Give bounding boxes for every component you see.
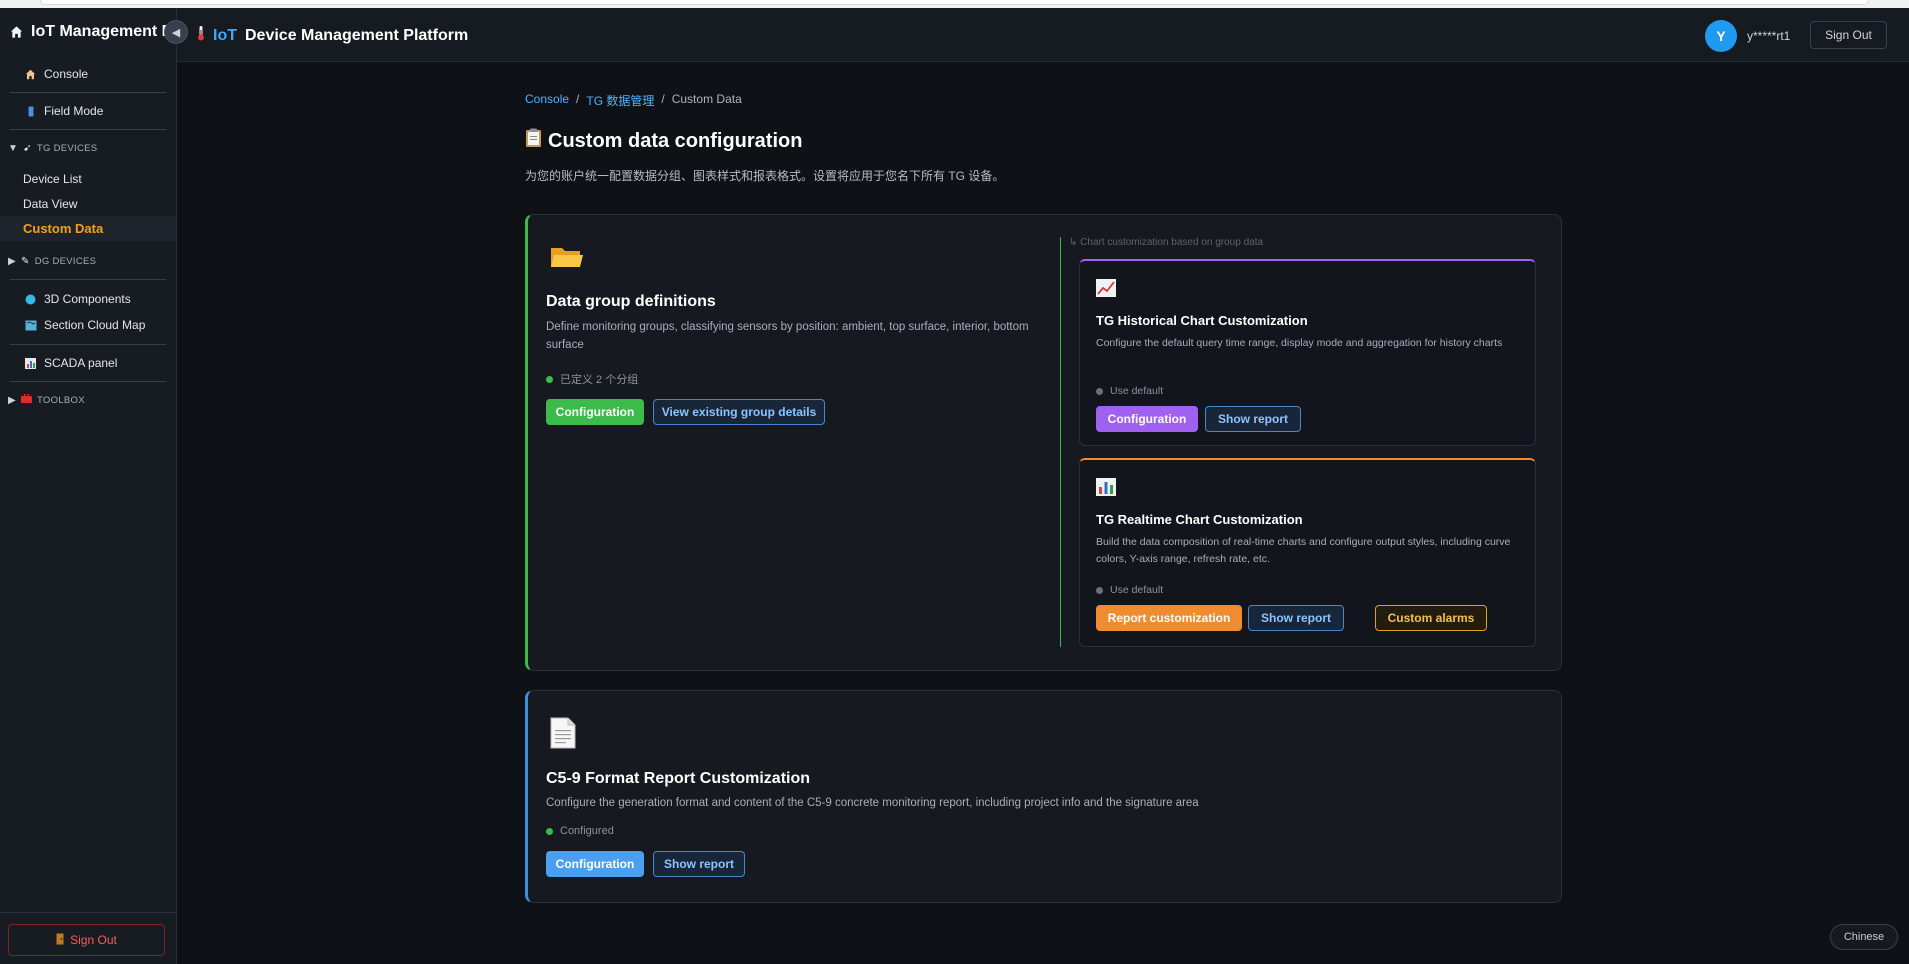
home-icon [10,25,23,39]
page-title: Custom data configuration [525,128,802,154]
app-title-prefix: IoT [213,26,237,44]
caret-right-icon: ▶ [8,394,16,406]
bar-chart-icon [24,357,37,369]
data-groups-card: Data group definitions Define monitoring… [525,214,1562,671]
sidebar-header: IoT Management Platform ◀ [0,8,188,56]
groups-configuration-button[interactable]: Configuration [546,399,644,425]
breadcrumb: Console / TG 数据管理 / Custom Data [525,92,742,109]
card-status: Use default [1096,385,1163,397]
sidebar-item-label: Field Mode [44,104,104,118]
sidebar-footer: Sign Out [0,912,176,964]
pointer-icon: ➹ [23,142,32,154]
breadcrumb-separator: / [661,92,665,106]
card-description: Build the data composition of real-time … [1096,536,1511,565]
sidebar-item-data-view[interactable]: Data View [0,191,176,216]
c59-show-report-button[interactable]: Show report [653,851,745,877]
sidebar-item-section-cloud-map[interactable]: Section Cloud Map [0,312,176,338]
custom-alarms-button[interactable]: Custom alarms [1375,605,1487,631]
sidebar-section-tg-devices[interactable]: ▼ ➹ TG DEVICES [0,130,176,166]
card-status: 已定义 2 个分组 [546,371,638,387]
status-dot [546,827,553,835]
sidebar-item-label: Section Cloud Map [44,318,146,332]
sidebar-sign-out-button[interactable]: Sign Out [8,924,165,956]
card-status: Use default [1096,584,1163,596]
document-icon [550,717,576,756]
status-dot [1096,387,1103,395]
door-icon [56,933,64,948]
breadcrumb-separator: / [576,92,580,106]
sidebar: IoT Management Platform ◀ Console Field … [0,8,188,964]
map-icon [24,320,37,331]
card-title: Data group definitions [546,293,716,310]
sidebar-item-scada-panel[interactable]: SCADA panel [0,345,176,381]
sidebar-section-dg-devices[interactable]: ▶ ✎ DG DEVICES [0,243,176,279]
c59-report-card: C5-9 Format Report Customization Configu… [525,690,1562,903]
thermometer-icon [197,25,205,46]
card-divider [1060,237,1061,647]
realtime-report-customization-button[interactable]: Report customization [1096,605,1242,631]
card-title: C5-9 Format Report Customization [546,770,811,787]
bar-chart-icon [1096,478,1116,501]
main-content: Console / TG 数据管理 / Custom Data Custom d… [177,62,1909,964]
sidebar-collapse-button[interactable]: ◀ [164,20,188,44]
language-toggle-button[interactable]: Chinese [1830,924,1898,950]
breadcrumb-console[interactable]: Console [525,92,569,109]
top-bar: IoT Device Management Platform Y y*****r… [177,8,1909,62]
status-dot [546,375,553,383]
sidebar-title: IoT Management Platform [31,23,176,40]
sidebar-item-label: Console [44,67,89,81]
folder-icon [550,245,584,276]
card-title: TG Historical Chart Customization [1096,313,1308,328]
browser-strip [0,0,1909,8]
history-configuration-button[interactable]: Configuration [1096,406,1198,432]
chart-increasing-icon [1096,279,1116,302]
historical-chart-card: TG Historical Chart Customization Config… [1079,259,1536,446]
clipboard-icon [525,128,542,154]
globe-icon [24,294,37,305]
sidebar-item-label: SCADA panel [44,356,118,370]
sidebar-item-3d-components[interactable]: 3D Components [0,286,176,312]
caret-right-icon: ▶ [8,255,16,267]
sidebar-item-console[interactable]: Console [0,56,176,92]
realtime-chart-card: TG Realtime Chart Customization Build th… [1079,458,1536,647]
phone-icon [24,106,37,117]
view-group-details-button[interactable]: View existing group details [653,399,825,425]
card-description: Define monitoring groups, classifying se… [546,321,1029,351]
page-description: 为您的账户统一配置数据分组、图表样式和报表格式。设置将应用于您名下所有 TG 设… [525,169,1005,183]
topbar-sign-out-button[interactable]: Sign Out [1810,21,1887,49]
divider-note: ↳ Chart customization based on group dat… [1069,237,1264,248]
c59-configuration-button[interactable]: Configuration [546,851,644,877]
breadcrumb-current: Custom Data [671,92,742,106]
history-show-report-button[interactable]: Show report [1205,406,1301,432]
avatar[interactable]: Y [1705,20,1737,52]
caret-down-icon: ▼ [8,142,19,154]
pen-icon: ✎ [21,255,30,267]
sidebar-section-toolbox[interactable]: ▶ TOOLBOX [0,382,176,418]
app-title: IoT Device Management Platform [197,25,468,46]
sidebar-item-custom-data[interactable]: Custom Data [0,216,176,241]
card-status: Configured [546,825,614,837]
sidebar-item-label: 3D Components [44,292,131,306]
app-root: IoT Management Platform ◀ Console Field … [0,0,1909,964]
app-title-text: Device Management Platform [245,26,469,44]
sidebar-item-field-mode[interactable]: Field Mode [0,93,176,129]
card-description: Configure the default query time range, … [1096,337,1503,349]
home-icon [24,69,37,80]
toolbox-icon [21,393,32,406]
sidebar-item-device-list[interactable]: Device List [0,166,176,191]
sidebar-divider [10,279,166,280]
card-description: Configure the generation format and cont… [546,797,1199,809]
card-title: TG Realtime Chart Customization [1096,512,1303,527]
breadcrumb-tg[interactable]: TG 数据管理 [586,92,654,109]
status-dot [1096,586,1103,594]
realtime-show-report-button[interactable]: Show report [1248,605,1344,631]
username: y*****rt1 [1747,29,1791,43]
